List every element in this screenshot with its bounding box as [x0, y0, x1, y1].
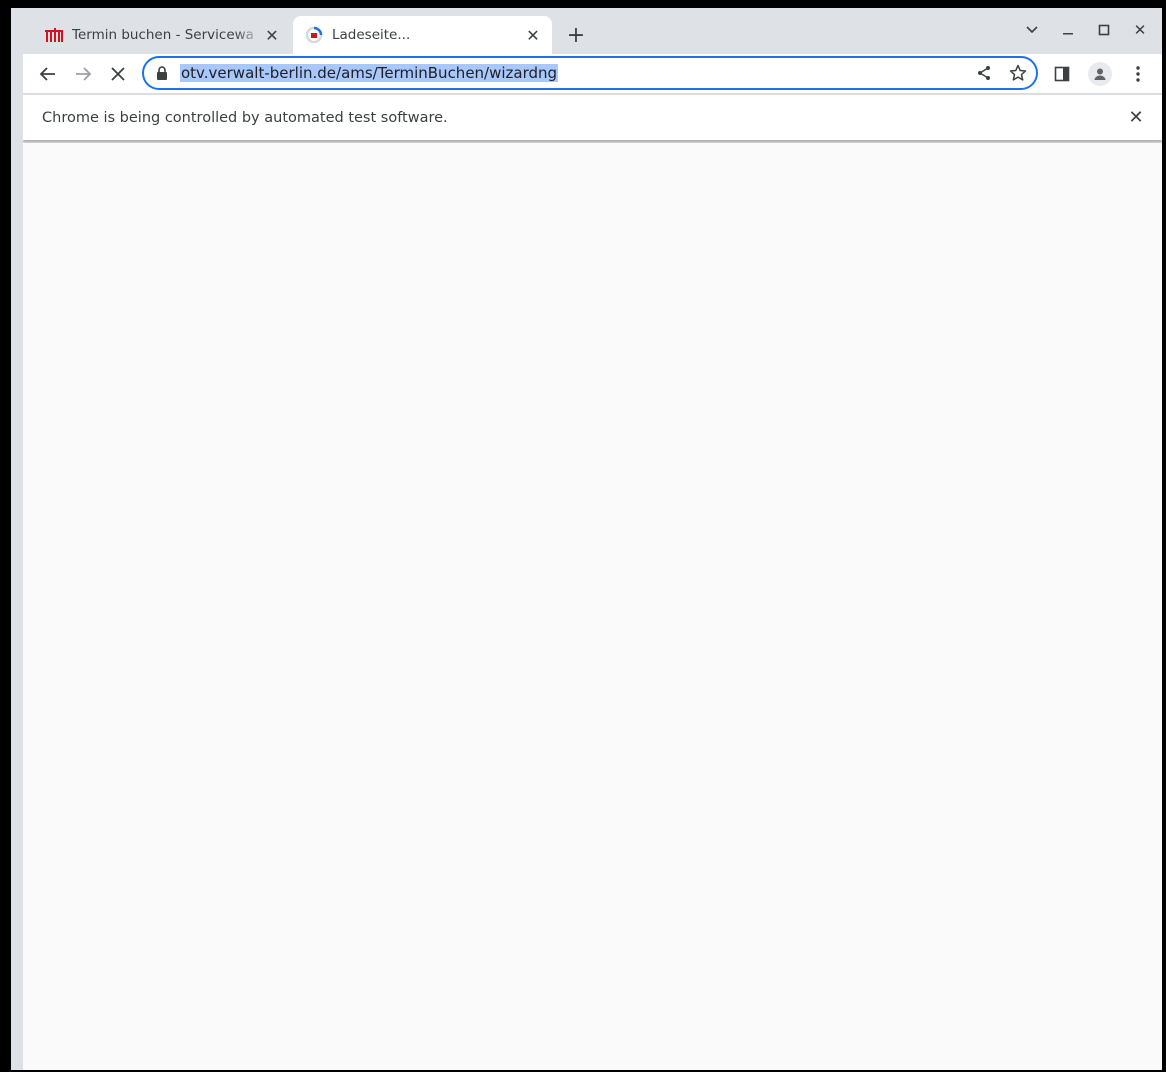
lock-icon[interactable]	[156, 66, 170, 80]
address-bar[interactable]: otv.verwalt-berlin.de/ams/TerminBuchen/w…	[142, 56, 1038, 90]
toolbar: otv.verwalt-berlin.de/ams/TerminBuchen/w…	[23, 54, 1162, 94]
tab-title: Termin buchen - Servicewa	[72, 27, 254, 43]
url-text[interactable]: otv.verwalt-berlin.de/ams/TerminBuchen/w…	[180, 64, 559, 82]
share-icon[interactable]	[974, 63, 994, 83]
close-window-icon[interactable]: ✕	[1128, 18, 1152, 42]
automation-infobar: Chrome is being controlled by automated …	[23, 95, 1162, 140]
page-content-area	[23, 143, 1162, 1070]
loading-favicon-icon	[305, 26, 323, 44]
bookmark-star-icon[interactable]	[1008, 63, 1028, 83]
side-panel-icon[interactable]	[1048, 60, 1076, 88]
person-icon	[1088, 62, 1112, 86]
berlin-bear-icon	[45, 26, 63, 44]
new-tab-button[interactable]: +	[561, 20, 591, 50]
infobar-message: Chrome is being controlled by automated …	[42, 109, 448, 126]
close-tab-icon[interactable]: ✕	[524, 26, 542, 45]
close-tab-icon[interactable]: ✕	[263, 26, 281, 45]
back-arrow-icon[interactable]	[34, 60, 62, 88]
browser-window: Termin buchen - Servicewa ✕ Ladeseite...…	[11, 8, 1162, 1070]
tab-search-icon[interactable]	[1020, 18, 1044, 42]
tab-ladeseite[interactable]: Ladeseite... ✕	[293, 16, 552, 54]
window-controls: ✕	[1020, 18, 1152, 42]
tab-strip: Termin buchen - Servicewa ✕ Ladeseite...…	[23, 8, 1162, 54]
tab-termin-buchen[interactable]: Termin buchen - Servicewa ✕	[33, 16, 291, 54]
close-infobar-icon[interactable]: ✕	[1126, 107, 1146, 128]
forward-arrow-icon[interactable]	[69, 60, 97, 88]
maximize-icon[interactable]	[1092, 18, 1116, 42]
tab-title: Ladeseite...	[332, 27, 411, 43]
kebab-menu-icon[interactable]	[1124, 60, 1152, 88]
stop-loading-icon[interactable]	[104, 60, 132, 88]
profile-avatar[interactable]	[1086, 60, 1114, 88]
minimize-icon[interactable]	[1056, 18, 1080, 42]
